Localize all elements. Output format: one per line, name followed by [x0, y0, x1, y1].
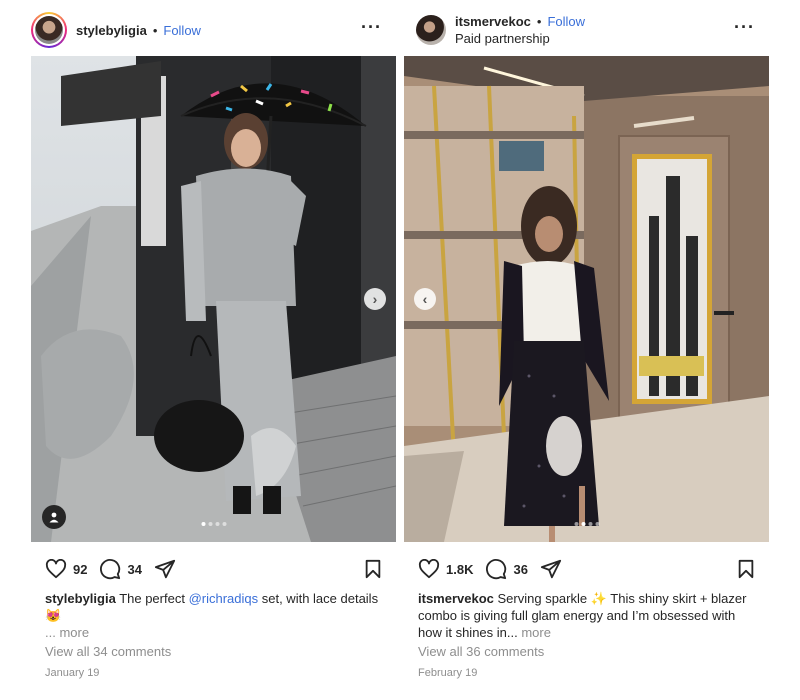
carousel-dot [595, 522, 599, 526]
more-options-icon[interactable]: ··· [734, 18, 755, 36]
share-button[interactable] [540, 558, 562, 580]
like-count: 1.8K [446, 561, 474, 577]
more-link[interactable]: ... more [45, 625, 89, 640]
post-date: January 19 [45, 667, 100, 679]
emoji: 😻 [45, 608, 62, 623]
share-icon [540, 559, 562, 579]
caption-username[interactable]: itsmervekoc [418, 591, 494, 606]
user-tag-icon[interactable] [42, 505, 66, 529]
post-image[interactable]: › [31, 56, 396, 542]
username[interactable]: stylebyligia [76, 22, 147, 39]
like-count: 92 [73, 561, 88, 577]
carousel-dot [222, 522, 226, 526]
action-bar: 92 34 [45, 556, 382, 582]
caption-text: The perfect [115, 591, 189, 606]
more-options-icon[interactable]: ··· [361, 18, 382, 36]
bookmark-icon [365, 559, 381, 579]
separator-dot: • [152, 22, 158, 38]
heart-icon [418, 559, 440, 579]
share-icon [154, 559, 176, 579]
chevron-left-icon[interactable]: ‹ [414, 288, 436, 310]
post-date: February 19 [418, 667, 478, 679]
comment-count: 34 [127, 561, 142, 577]
comment-button[interactable]: 34 [99, 558, 142, 580]
carousel-dot [215, 522, 219, 526]
carousel-dot [581, 522, 585, 526]
post-header: stylebyligia • Follow ··· [31, 10, 396, 50]
save-button[interactable] [737, 559, 755, 579]
carousel-indicator [201, 522, 226, 526]
comment-icon [100, 559, 121, 580]
carousel-dot [201, 522, 205, 526]
more-link[interactable]: more [518, 625, 551, 640]
follow-button[interactable]: Follow [547, 13, 585, 30]
like-button[interactable]: 1.8K [418, 559, 473, 579]
like-button[interactable]: 92 [45, 559, 87, 579]
caption-username[interactable]: stylebyligia [45, 591, 116, 606]
comment-button[interactable]: 36 [485, 558, 528, 580]
save-button[interactable] [364, 559, 382, 579]
post-header: itsmervekoc • Follow Paid partnership ··… [404, 10, 769, 50]
separator-dot: • [536, 14, 542, 29]
carousel-indicator [574, 522, 599, 526]
paid-partnership-label[interactable]: Paid partnership [455, 30, 585, 47]
post-card: stylebyligia • Follow ··· › 92 34 styleb… [31, 0, 396, 700]
view-comments-link[interactable]: View all 34 comments [45, 644, 171, 659]
bookmark-icon [738, 559, 754, 579]
carousel-dot [574, 522, 578, 526]
avatar[interactable] [416, 15, 446, 45]
heart-icon [45, 559, 67, 579]
carousel-dot [208, 522, 212, 526]
follow-button[interactable]: Follow [163, 22, 201, 39]
username[interactable]: itsmervekoc [455, 13, 531, 30]
view-comments-link[interactable]: View all 36 comments [418, 644, 544, 659]
share-button[interactable] [154, 558, 176, 580]
mention-link[interactable]: @richradiqs [189, 591, 259, 606]
comment-icon [486, 559, 507, 580]
caption-text: set, with lace details [258, 591, 379, 606]
post-image[interactable]: ‹ [404, 56, 769, 542]
action-bar: 1.8K 36 [418, 556, 755, 582]
post-card: itsmervekoc • Follow Paid partnership ··… [404, 0, 769, 700]
post-caption: itsmervekoc Serving sparkle ✨ This shiny… [418, 590, 755, 641]
carousel-dot [588, 522, 592, 526]
comment-count: 36 [513, 561, 528, 577]
avatar[interactable] [31, 12, 67, 48]
post-caption: stylebyligia The perfect @richradiqs set… [45, 590, 382, 641]
chevron-right-icon[interactable]: › [364, 288, 386, 310]
